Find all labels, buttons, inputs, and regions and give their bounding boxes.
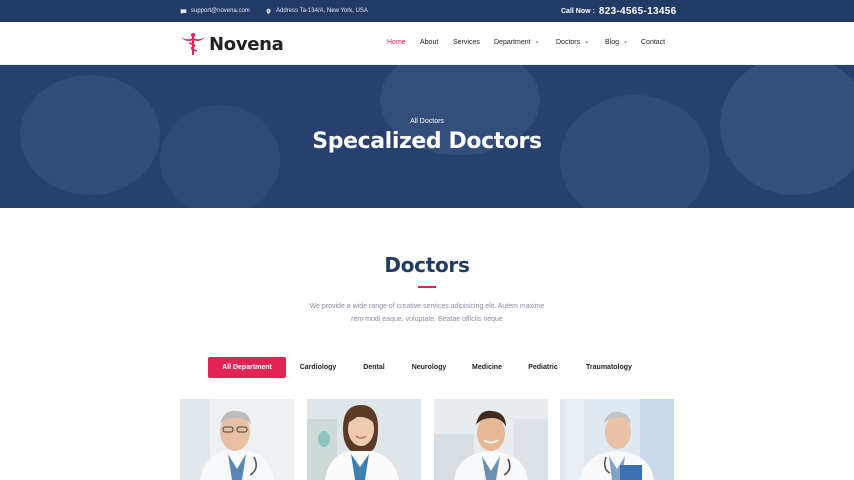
section-title: Doctors xyxy=(384,253,470,277)
doctor-photo xyxy=(307,399,421,480)
page-hero: All Doctors Specalized Doctors xyxy=(0,65,854,208)
filter-neurology[interactable]: Neurology xyxy=(404,357,454,378)
hero-title: Specalized Doctors xyxy=(312,129,542,154)
nav-label: Services xyxy=(453,39,480,46)
filter-cardiology[interactable]: Cardiology xyxy=(292,357,344,378)
call-now[interactable]: Call Now : 823-4565-13456 xyxy=(561,0,676,22)
nav-contact[interactable]: Contact xyxy=(641,39,665,46)
call-label: Call Now : xyxy=(561,7,595,15)
filter-label: Pediatric xyxy=(528,364,558,371)
nav-about[interactable]: About xyxy=(420,39,438,46)
contact-address: Address Ta-134/A, New York, USA xyxy=(265,0,368,22)
caduceus-icon xyxy=(181,33,205,55)
nav-department[interactable]: Department ▼ xyxy=(494,39,540,46)
map-pin-icon xyxy=(266,8,271,14)
department-filters: All Department Cardiology Dental Neurolo… xyxy=(0,357,854,378)
filter-label: Neurology xyxy=(411,364,447,371)
chat-icon xyxy=(180,8,187,14)
nav-label: Blog xyxy=(605,39,620,46)
email-text: support@novena.com xyxy=(191,8,250,14)
filter-label: Traumatology xyxy=(586,364,632,371)
nav-home[interactable]: Home xyxy=(387,39,406,46)
nav-blog[interactable]: Blog ▼ xyxy=(605,39,628,46)
doctor-card[interactable] xyxy=(560,399,674,480)
doctor-photo xyxy=(434,399,548,480)
nav-label: About xyxy=(420,39,439,46)
filter-dental[interactable]: Dental xyxy=(354,357,394,378)
nav-label: Department xyxy=(494,39,531,46)
top-bar: support@novena.com Address Ta-134/A, New… xyxy=(0,0,854,22)
filter-label: Medicine xyxy=(472,364,502,371)
filter-label: Dental xyxy=(363,364,385,371)
hero-subtitle: All Doctors xyxy=(410,118,444,125)
address-text: Address Ta-134/A, New York, USA xyxy=(276,8,368,14)
phone-number[interactable]: 823-4565-13456 xyxy=(599,6,677,17)
chevron-down-icon: ▼ xyxy=(623,39,628,46)
chevron-down-icon: ▼ xyxy=(534,39,540,46)
section-description: We provide a wide range of creative serv… xyxy=(300,300,554,326)
nav-label: Home xyxy=(387,39,406,46)
contact-email[interactable]: support@novena.com xyxy=(180,0,250,22)
nav-label: Doctors xyxy=(556,39,581,46)
filter-all-department[interactable]: All Department xyxy=(208,357,286,378)
brand-name: Novena xyxy=(209,33,284,55)
description-line: rem modi eaque, voluptate. Beatae offici… xyxy=(351,316,503,323)
filter-pediatric[interactable]: Pediatric xyxy=(520,357,566,378)
title-divider xyxy=(418,286,436,288)
nav-doctors[interactable]: Doctors ▼ xyxy=(556,39,589,46)
nav-label: Contact xyxy=(641,39,666,46)
filter-label: All Department xyxy=(222,364,272,371)
description-line: We provide a wide range of creative serv… xyxy=(309,303,545,310)
doctor-photo xyxy=(180,399,294,480)
doctor-card[interactable] xyxy=(180,399,294,480)
doctor-photo xyxy=(560,399,674,480)
doctor-card[interactable] xyxy=(307,399,421,480)
chevron-down-icon: ▼ xyxy=(584,39,590,46)
nav-services[interactable]: Services xyxy=(453,39,480,46)
doctor-card[interactable] xyxy=(434,399,548,480)
main-navbar: Novena Home About Services Department ▼ D… xyxy=(0,22,854,65)
filter-medicine[interactable]: Medicine xyxy=(464,357,510,378)
filter-traumatology[interactable]: Traumatology xyxy=(576,357,642,378)
logo[interactable]: Novena xyxy=(180,32,284,56)
filter-label: Cardiology xyxy=(299,364,337,371)
